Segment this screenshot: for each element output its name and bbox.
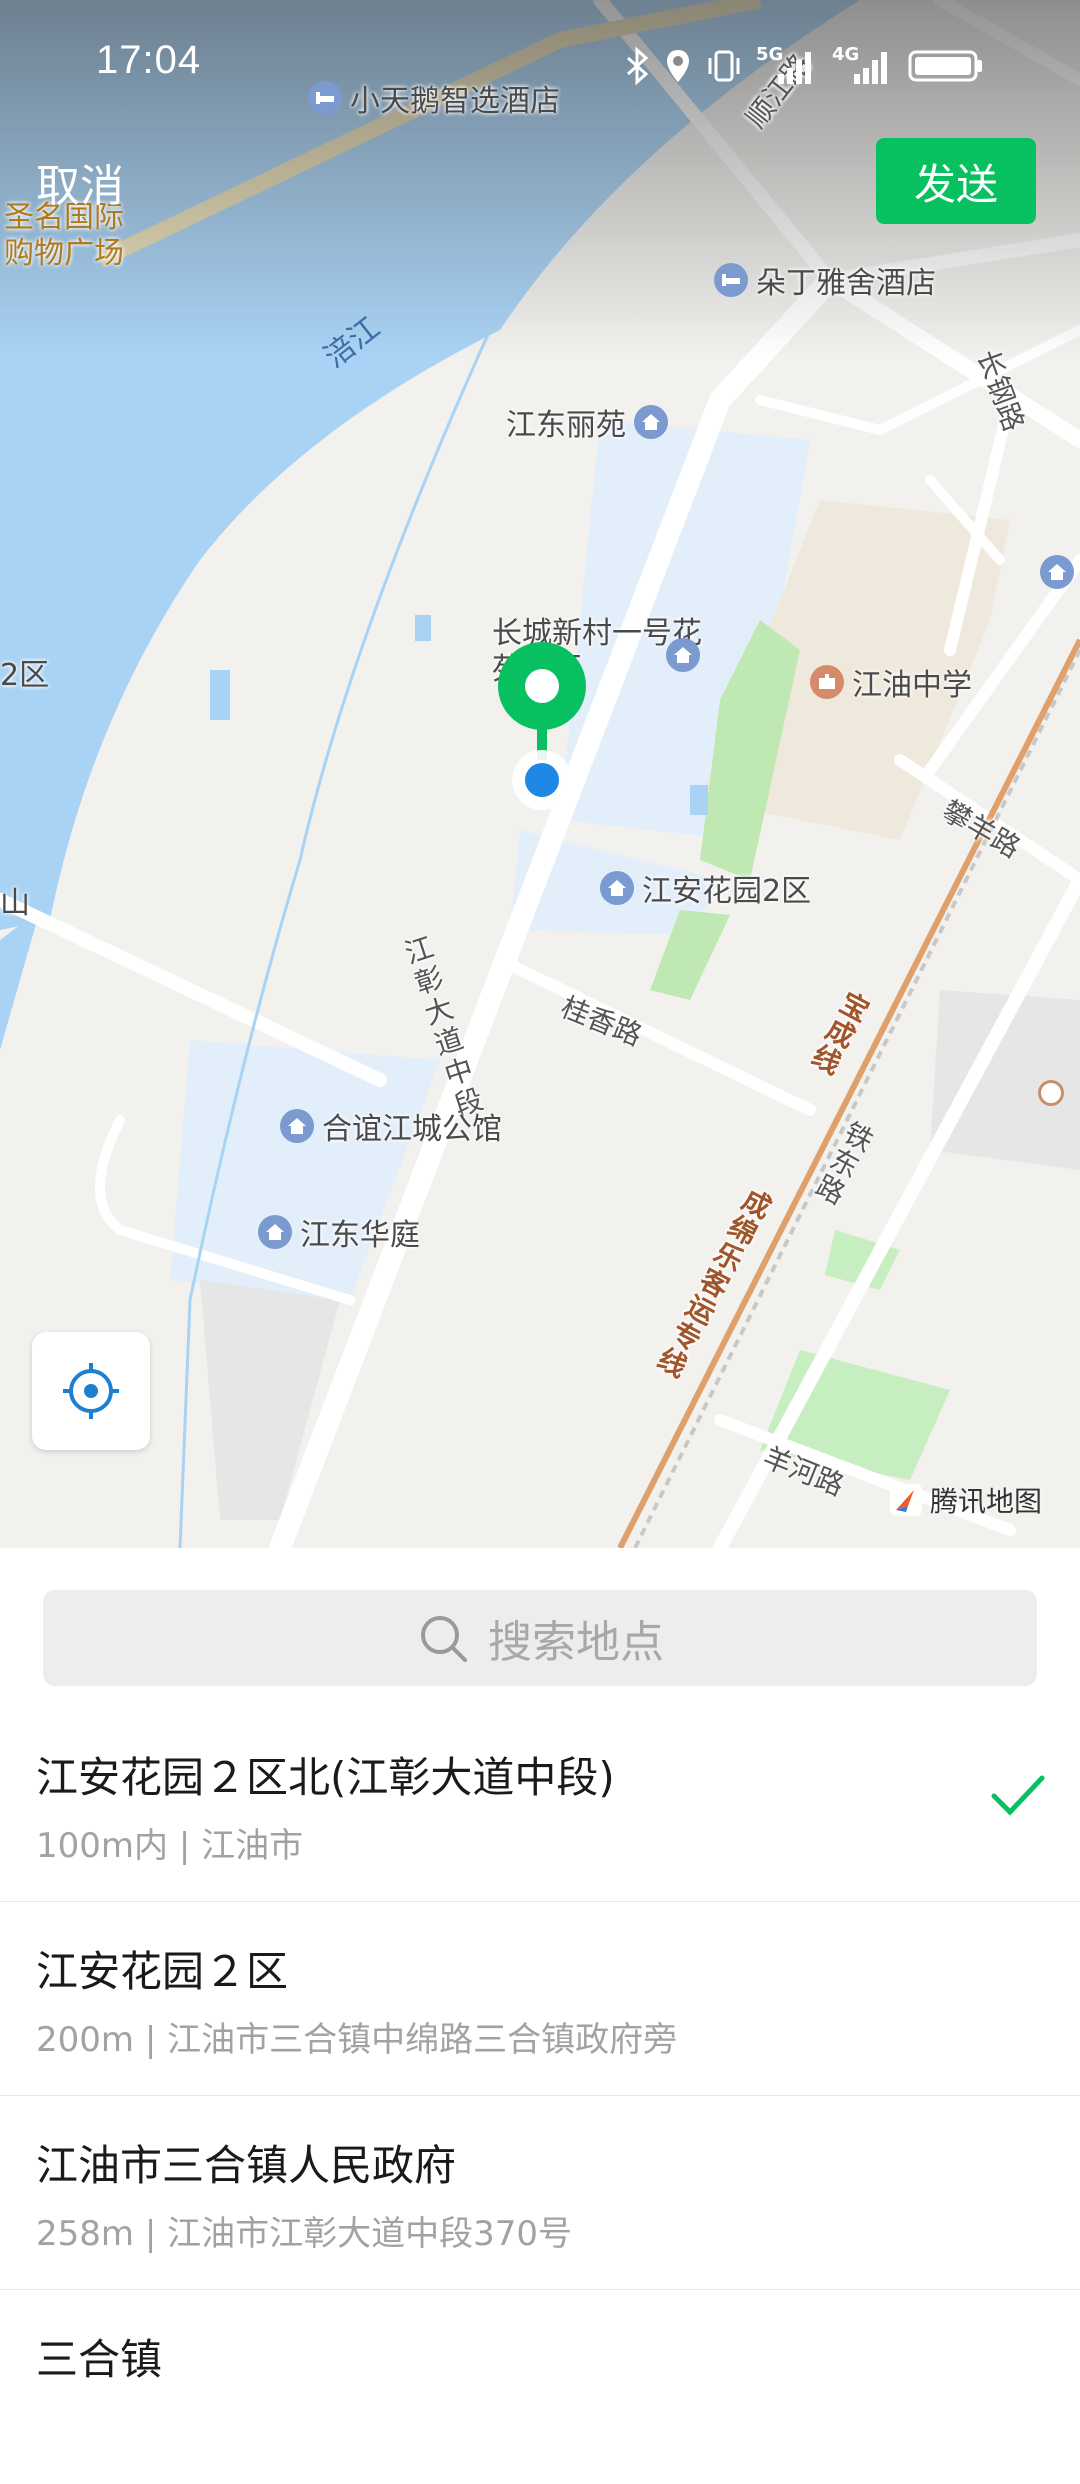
search-input[interactable]: 搜索地点 — [43, 1590, 1037, 1686]
map-poi-heyi[interactable]: 合谊江城公馆 — [280, 1104, 502, 1148]
result-title: 江安花园２区北(江彰大道中段) — [36, 1753, 615, 1802]
status-icons: 5G 4G — [624, 44, 984, 88]
map-label-text: 合谊江城公馆 — [322, 1112, 502, 1147]
result-list: 江安花园２区北(江彰大道中段) 100m内 | 江油市 江安花园２区 200m … — [0, 1708, 1080, 2484]
home-icon — [1040, 555, 1074, 589]
list-item[interactable]: 江安花园２区 200m | 江油市三合镇中绵路三合镇政府旁 — [0, 1902, 1080, 2096]
map-poi-hotel-2[interactable]: 朵丁雅舍酒店 — [714, 258, 936, 302]
signal-5g-icon: 5G — [756, 44, 818, 88]
cancel-button[interactable]: 取消 — [36, 150, 124, 214]
map-label-text: 江东华庭 — [300, 1218, 420, 1253]
result-title: 三合镇 — [36, 2335, 163, 2384]
send-button[interactable]: 发送 — [876, 138, 1036, 224]
home-icon — [258, 1215, 292, 1249]
location-pin-icon[interactable] — [494, 640, 590, 810]
locate-me-button[interactable] — [32, 1332, 150, 1450]
signal-4g-icon: 4G — [832, 44, 894, 88]
home-icon — [280, 1109, 314, 1143]
map-label-text: 江东丽苑 — [506, 408, 626, 443]
map-label-text: 朵丁雅舍酒店 — [756, 266, 936, 301]
list-item[interactable]: 江安花园２区北(江彰大道中段) 100m内 | 江油市 — [0, 1708, 1080, 1902]
home-icon — [666, 638, 700, 672]
home-icon — [600, 871, 634, 905]
bluetooth-icon — [627, 46, 649, 86]
search-icon — [421, 1616, 467, 1662]
map-label-text: 江安花园2区 — [642, 874, 812, 909]
location-sheet: 搜索地点 江安花园２区北(江彰大道中段) 100m内 | 江油市 江安花园２区 … — [0, 1548, 1080, 2412]
school-icon — [810, 665, 844, 699]
list-item[interactable]: 三合镇 — [0, 2290, 1080, 2484]
map-label-edge-left-1: 2区 — [0, 658, 50, 693]
tencent-map-logo-icon — [890, 1484, 922, 1516]
map-poi-jiangdong-liyuan[interactable]: 江东丽苑 — [506, 400, 668, 444]
vibrate-icon — [708, 50, 740, 82]
result-title: 江安花园２区 — [36, 1947, 289, 1996]
result-title: 江油市三合镇人民政府 — [36, 2141, 457, 2190]
result-subtitle: 200m | 江油市三合镇中绵路三合镇政府旁 — [36, 2020, 678, 2060]
tencent-map-logo: 腾讯地图 — [888, 1480, 1042, 1520]
home-icon — [634, 405, 668, 439]
list-item[interactable]: 江油市三合镇人民政府 258m | 江油市江彰大道中段370号 — [0, 2096, 1080, 2290]
hotel-icon — [714, 263, 748, 297]
map-poi-jiangdong-huating[interactable]: 江东华庭 — [258, 1210, 420, 1254]
map-poi-jiangan-2[interactable]: 江安花园2区 — [600, 866, 811, 910]
location-icon — [667, 50, 689, 82]
map-poi-edge-right[interactable] — [1040, 555, 1074, 589]
tencent-map-logo-text: 腾讯地图 — [930, 1485, 1043, 1518]
map-poi-marker-right[interactable] — [1038, 1080, 1064, 1106]
map-label-text: 江油中学 — [852, 668, 972, 703]
map-poi-school[interactable]: 江油中学 — [810, 660, 972, 704]
result-subtitle: 258m | 江油市江彰大道中段370号 — [36, 2214, 572, 2254]
map-label-edge-left-2: 山 — [0, 886, 30, 921]
checkmark-icon — [991, 1775, 1045, 1816]
result-subtitle: 100m内 | 江油市 — [36, 1826, 304, 1866]
status-time: 17:04 — [96, 38, 202, 82]
search-placeholder: 搜索地点 — [488, 1617, 664, 1668]
crosshair-icon — [63, 1363, 119, 1419]
status-bar: 17:04 5G 4G — [0, 0, 1080, 135]
battery-icon — [908, 50, 982, 82]
map-view[interactable]: 小天鹅智选酒店 朵丁雅舍酒店 圣名国际购物广场 顺江路 涪江 江东丽苑 长钢路 … — [0, 0, 1080, 1548]
